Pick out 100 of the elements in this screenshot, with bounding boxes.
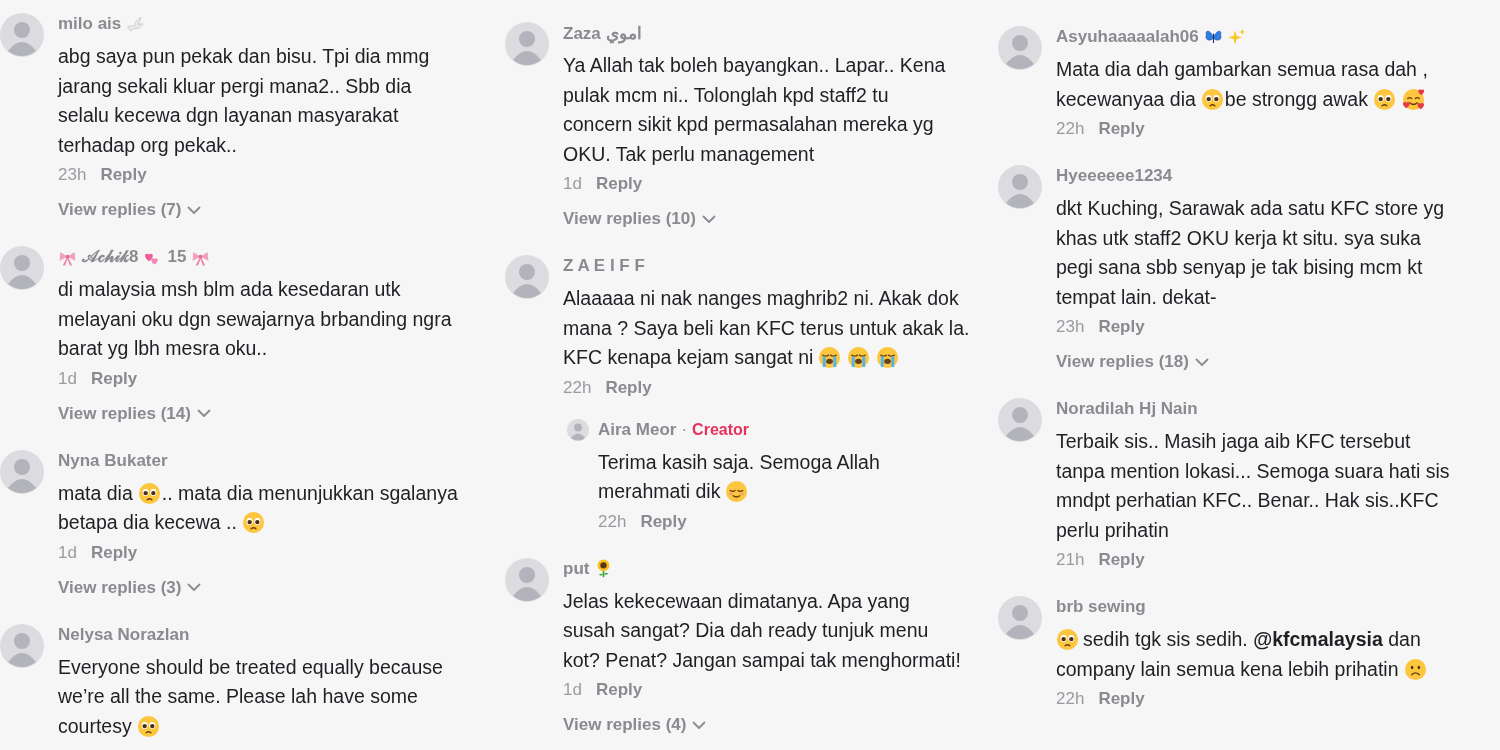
comment-text: courtesy — [58, 713, 132, 739]
user-avatar[interactable] — [505, 22, 549, 66]
comment-text: perlu prihatin — [1056, 517, 1169, 543]
comment-text: company lain semua kena lebih prihatin — [1056, 656, 1399, 682]
username[interactable]: Noradilah Hj Nain — [1056, 399, 1198, 419]
comment-time: 1d — [58, 542, 77, 563]
chevron-down-icon — [701, 214, 716, 224]
reply-button[interactable]: Reply — [605, 377, 652, 398]
user-avatar[interactable] — [998, 26, 1042, 70]
comment-text: abg saya pun pekak dan bisu. Tpi dia mmg — [58, 44, 430, 69]
comment-text: kot? Penat? Jangan sampai tak menghormati! — [563, 647, 961, 673]
username[interactable]: Hyeeeeee1234 — [1056, 166, 1173, 186]
user-avatar[interactable] — [0, 13, 44, 57]
smiling-face-hearts-icon — [1401, 87, 1425, 111]
comment-time: 21h — [1056, 550, 1085, 570]
comment-text: Everyone should be treated equally because — [58, 654, 443, 680]
comment-time: 1d — [563, 174, 582, 194]
crying-face-icon — [847, 346, 871, 370]
user-avatar[interactable] — [567, 418, 589, 441]
user-avatar[interactable] — [998, 165, 1042, 209]
comment-text: jarang sekali kluar pergi mana2.. Sbb dia — [58, 73, 412, 99]
pleading-face-icon — [137, 481, 161, 505]
user-avatar[interactable] — [505, 255, 549, 299]
user-avatar[interactable] — [998, 398, 1042, 442]
username[interactable]: milo ais — [58, 14, 122, 34]
comment-text: kecewanyaa dia — [1056, 86, 1196, 112]
view-replies-button[interactable]: View replies (18) — [1056, 351, 1209, 373]
comment-text: Jelas kekecewaan dimatanya. Apa yang — [563, 588, 910, 614]
reply-button[interactable]: Reply — [640, 511, 687, 532]
pleading-face-icon — [241, 511, 265, 535]
comment-text: Terima kasih saja. Semoga Allah — [598, 449, 880, 475]
comment-time: 22h — [1056, 119, 1085, 139]
comment-text: khas utk staff2 OKU kerja kt situ. sya suka — [1056, 225, 1421, 251]
username[interactable]: Aira Meor — [598, 419, 677, 440]
chevron-down-icon — [692, 720, 707, 730]
chevron-down-icon — [196, 409, 211, 418]
comment-time: 22h — [563, 377, 592, 398]
reply-button[interactable]: Reply — [1098, 119, 1145, 139]
creator-label: Creator — [692, 420, 749, 439]
username[interactable]: Asyuhaaaaalah06 — [1056, 27, 1199, 47]
relieved-face-icon — [725, 480, 749, 504]
comment-text: KFC kenapa kejam sangat ni — [563, 345, 814, 370]
comment-text: concern sikit kpd permasalahan mereka yg — [563, 112, 934, 137]
username[interactable]: Nyna Bukater — [58, 450, 168, 471]
username[interactable]: Zaza اموي — [563, 22, 642, 44]
reply-button[interactable]: Reply — [1098, 550, 1145, 570]
chevron-down-icon — [187, 205, 202, 215]
reply-button[interactable]: Reply — [100, 165, 147, 185]
comment-time: 23h — [58, 165, 87, 185]
comment-text: betapa dia kecewa .. — [58, 510, 237, 535]
comment-text: Mata dia dah gambarkan semua rasa dah , — [1056, 57, 1428, 82]
chevron-down-icon — [187, 583, 202, 592]
view-replies-button[interactable]: View replies (3) — [58, 576, 202, 599]
comment-text: di malaysia msh blm ada kesedaran utk — [58, 277, 401, 302]
user-avatar[interactable] — [505, 557, 549, 602]
reply-button[interactable]: Reply — [595, 680, 643, 700]
username[interactable]: put — [563, 558, 590, 579]
comment-text: susah sangat? Dia dah ready tunjuk menu — [563, 618, 929, 643]
username[interactable]: 𝒜𝒸𝒽𝒾𝓀8 — [82, 247, 139, 267]
comment-time: 1d — [563, 680, 582, 700]
comment-text: barat yg lbh mesra oku.. — [58, 336, 268, 361]
comment-text: tempat lain. dekat- — [1056, 284, 1217, 310]
view-replies-button[interactable]: View replies (4) — [563, 714, 707, 736]
pleading-face-icon — [136, 714, 160, 738]
username[interactable]: brb sewing — [1056, 597, 1146, 617]
username[interactable]: Z A E I F F — [563, 256, 645, 276]
comment-text: Ya Allah tak boleh bayangkan.. Lapar.. Kena — [563, 53, 946, 78]
view-replies-button[interactable]: View replies (14) — [58, 402, 211, 425]
reply-button[interactable]: Reply — [1098, 689, 1145, 709]
username[interactable]: Nelysa Norazlan — [58, 624, 190, 645]
reply-button[interactable]: Reply — [90, 368, 138, 389]
user-avatar[interactable] — [0, 449, 44, 494]
comment-text: pegi sana sbb senyap je tak bising mcm kt — [1056, 255, 1423, 280]
reply-button[interactable]: Reply — [90, 542, 138, 563]
pleading-face-icon — [1372, 87, 1396, 111]
comment-text: OKU. Tak perlu management — [563, 141, 815, 167]
comment-text: mata dia — [58, 480, 133, 506]
comment-time: 1d — [58, 368, 77, 389]
comment-time: 23h — [1056, 317, 1085, 337]
username[interactable]: 15 — [167, 247, 187, 267]
view-replies-button[interactable]: View replies (7) — [58, 199, 202, 221]
reply-button[interactable]: Reply — [1098, 317, 1145, 337]
comment-text: be strongg awak — [1224, 86, 1368, 112]
user-avatar[interactable] — [998, 596, 1042, 640]
comment-text: merahmati dik — [598, 479, 721, 504]
comment-text: .. mata dia menunjukkan sgalanya — [161, 480, 458, 506]
comment-time: 22h — [1056, 689, 1085, 709]
user-avatar[interactable] — [0, 623, 44, 668]
chevron-down-icon — [1194, 357, 1209, 367]
comment-text: we’re all the same. Please lah have some — [58, 684, 418, 709]
reply-button[interactable]: Reply — [595, 174, 643, 194]
user-avatar[interactable] — [0, 246, 44, 290]
comment-text: selalu kecewa dgn layanan masyarakat — [58, 103, 399, 128]
separator-dot: · — [681, 419, 688, 440]
view-replies-button[interactable]: View replies (10) — [563, 208, 716, 230]
comment-text: terhadap org pekak.. — [58, 132, 237, 158]
comment-time: 22h — [598, 511, 627, 532]
comment-text: Terbaik sis.. Masih jaga aib KFC tersebut — [1056, 429, 1411, 454]
comment-text: tanpa mention lokasi... Semoga suara hati sis — [1056, 458, 1450, 484]
dove-icon — [126, 14, 146, 34]
